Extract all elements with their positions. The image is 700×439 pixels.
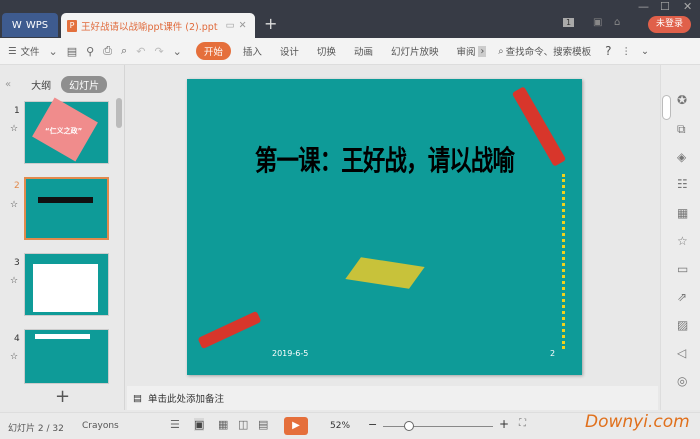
more-icon[interactable]: ⌄ [173,45,182,58]
properties-icon[interactable]: ☷ [677,177,688,191]
add-slide-button[interactable]: + [55,386,70,407]
tab-review[interactable]: 审阅 [456,44,475,58]
notes-placeholder: 单击此处添加备注 [147,394,224,405]
slide-sorter-icon[interactable]: ▦ [218,418,228,431]
slide-title[interactable]: 第一课：王好战，请以战喻 [227,139,543,179]
notes-area[interactable]: ▤ 单击此处添加备注 [127,386,658,410]
fit-window-icon[interactable]: ⛶ [519,418,526,429]
animation-star-icon: ☆ [10,276,19,286]
save-icon[interactable]: ▤ [67,45,77,58]
wps-logo-icon: W [11,19,22,31]
ribbon-toolbar: ☰ 文件 ⌄ ▤ ⚲ ⎙ ⌕ ↶ ↷ ⌄ 开始 插入 设计 切换 动画 幻灯片放… [0,38,700,65]
thumbnail-scrollbar[interactable] [116,98,122,128]
document-tab-label: 王好战请以战喻ppt课件 (2).ppt [81,21,218,33]
transition-icon[interactable]: ⧉ [677,122,686,137]
tab-slideshow[interactable]: 幻灯片放映 [391,44,439,58]
slide-date: 2019-6-5 [272,349,309,358]
zoom-out-button[interactable]: − [368,418,377,431]
vertical-scrollbar[interactable] [662,95,671,120]
slide-thumbnail-2[interactable] [24,177,109,240]
redo-icon[interactable]: ↷ [154,45,163,58]
animation-star-icon: ☆ [10,352,19,362]
slide-number: 2 [550,349,556,358]
print-preview-icon[interactable]: ⌕ [121,44,127,58]
format-painter-icon[interactable]: ⚲ [86,45,94,58]
window-icon[interactable]: ▭ [226,20,235,31]
template-icon[interactable]: ▦ [677,206,688,220]
notes-icon: ▤ [133,392,142,404]
tab-design[interactable]: 设计 [280,44,299,58]
animation-icon[interactable]: ✪ [677,93,687,107]
tab-outline[interactable]: 大纲 [31,77,51,92]
book-image [345,257,425,289]
help-button[interactable]: ? [605,44,611,58]
backup-icon[interactable]: ◎ [677,374,687,388]
minimize-icon[interactable]: — [638,0,649,13]
slide-canvas[interactable]: 第一课：王好战，请以战喻 2019-6-5 2 [187,79,582,375]
undo-icon[interactable]: ↶ [136,45,145,58]
reading-view-icon[interactable]: ◫ [238,418,248,431]
panel-tabs: « 大纲 幻灯片 [0,74,125,94]
shape-icon[interactable]: ◈ [677,150,686,164]
tab-transition[interactable]: 切换 [317,44,336,58]
document-tab[interactable]: P 王好战请以战喻ppt课件 (2).ppt ▭ ✕ [61,13,255,38]
thumb-number: 4 [14,334,20,344]
chevron-down-icon[interactable]: ⌄ [49,45,58,58]
slide-library-icon[interactable]: ▭ [677,262,688,276]
tab-slides[interactable]: 幻灯片 [61,75,108,93]
search-icon: ⌕ [498,45,504,57]
maximize-icon[interactable]: ☐ [660,0,670,13]
normal-view-icon[interactable]: ▣ [194,418,205,431]
more-options-icon[interactable]: ⋮ [622,46,632,57]
image-icon[interactable]: ▨ [677,318,688,332]
slide-thumbnail-1[interactable]: “仁义之政” [24,97,109,164]
menu-icon[interactable]: ☰ [8,46,17,57]
thumb-illustration [33,264,98,312]
ppt-icon: P [67,19,77,32]
thumb-number: 2 [14,181,20,191]
animation-star-icon: ☆ [10,124,19,134]
star-icon[interactable]: ☆ [677,234,688,248]
yellow-squiggle [562,174,568,349]
scroll-tabs-right-button[interactable]: › [478,45,487,57]
tab-insert[interactable]: 插入 [243,44,262,58]
play-slideshow-button[interactable]: ▶ [284,417,308,435]
tab-animation[interactable]: 动画 [354,44,373,58]
tab-start[interactable]: 开始 [195,42,231,60]
close-window-icon[interactable]: ✕ [683,0,692,13]
thumb-title: “仁义之政” [45,127,83,135]
notes-toggle-icon[interactable]: ☰ [170,418,180,431]
thumb-title-bar [38,197,93,203]
audio-icon[interactable]: ◁ [677,346,686,360]
slide-thumbnail-3[interactable] [24,253,109,316]
skin-icon[interactable]: ▣ [593,17,602,28]
thumb-header [35,334,90,339]
thumb-number: 1 [14,106,20,116]
new-tab-button[interactable]: + [264,14,277,33]
search-command[interactable]: 查找命令、搜索模板 [506,44,592,58]
close-tab-icon[interactable]: ✕ [239,20,247,31]
zoom-slider[interactable] [383,426,493,427]
share-icon[interactable]: ⇗ [677,290,687,304]
login-button[interactable]: 未登录 [648,16,691,33]
slide-counter: 幻灯片 2 / 32 [8,424,64,434]
slide-thumbnail-4[interactable] [24,329,109,384]
file-menu[interactable]: 文件 [21,44,40,58]
zoom-slider-handle[interactable] [404,421,414,431]
gift-icon[interactable]: ⌂ [614,17,620,28]
theme-name: Crayons [82,421,119,431]
wps-home-tab[interactable]: W WPS [2,13,58,37]
animation-star-icon: ☆ [10,200,19,210]
collapse-panel-icon[interactable]: « [5,79,11,90]
thumb-number: 3 [14,258,20,268]
watermark: Downyi.com [585,412,690,432]
presenter-icon[interactable]: ▤ [258,418,268,431]
crayon-image [197,310,262,350]
zoom-in-button[interactable]: + [499,417,509,431]
window-count-badge[interactable]: 1 [563,18,575,27]
print-icon[interactable]: ⎙ [103,44,112,58]
collapse-ribbon-icon[interactable]: ⌄ [641,46,649,57]
zoom-level[interactable]: 52% [330,421,350,431]
